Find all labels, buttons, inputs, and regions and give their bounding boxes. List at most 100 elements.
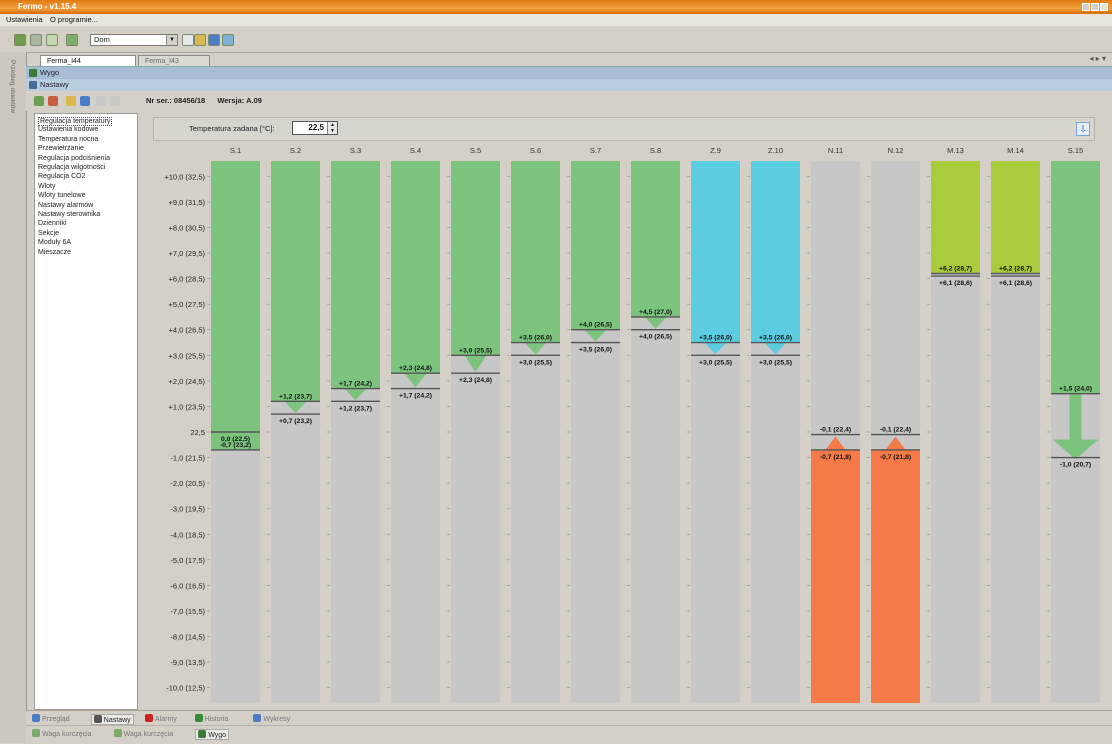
copy-icon[interactable] — [96, 96, 106, 106]
column-header: S.8 — [650, 146, 661, 155]
tab-ferma-i44[interactable]: Ferma_I44 — [40, 55, 136, 66]
nav-item[interactable]: Wloty tunelowe — [38, 192, 85, 199]
column-header: M.13 — [947, 146, 964, 155]
start-value-label: +1,5 (24,0) — [1059, 386, 1092, 393]
plug-icon[interactable] — [30, 34, 42, 46]
column-header: S.2 — [290, 146, 301, 155]
nav-item[interactable]: Przewietrzanie — [38, 145, 84, 152]
settings-nav: Regulacja temperatury Ustawienia kodowe Te… — [34, 113, 138, 710]
network-icon[interactable] — [222, 34, 234, 46]
nav-item[interactable]: Ustawienia kodowe — [38, 126, 98, 133]
close-button[interactable] — [1100, 3, 1108, 11]
location-select[interactable]: Dom ▼ — [90, 34, 178, 46]
view-tab-icon — [253, 714, 262, 722]
menu-bar: Ustawienia O programie... — [0, 14, 1112, 26]
save-icon[interactable] — [208, 34, 220, 46]
open-icon[interactable] — [66, 96, 76, 106]
window-tab-icon — [32, 729, 40, 737]
write-icon[interactable] — [48, 96, 58, 106]
start-value-label: +1,2 (23,7) — [279, 393, 312, 400]
menu-item-about[interactable]: O programie... — [50, 15, 98, 24]
y-tick-label: -5,0 (17,5) — [170, 556, 205, 565]
start-value-label: +6,2 (28,7) — [939, 265, 972, 272]
column-fill — [991, 161, 1040, 274]
window-tab[interactable]: Wygo — [195, 729, 230, 740]
nav-item[interactable]: Moduły 6A — [38, 239, 71, 246]
nav-item[interactable]: Regulacja podciśnienia — [38, 155, 110, 162]
view-tab[interactable]: Nastawy — [90, 714, 134, 725]
nav-item[interactable]: Mieszacze — [38, 249, 71, 256]
minimize-button[interactable] — [1082, 3, 1090, 11]
nav-item[interactable]: Nastawy sterownika — [38, 211, 100, 218]
start-value-label: -0,1 (22,4) — [820, 427, 851, 434]
nav-item[interactable]: Regulacja CO2 — [38, 173, 85, 180]
location-select-value: Dom — [94, 35, 110, 44]
device-icon[interactable] — [46, 34, 58, 46]
main-toolbar: Dom ▼ — [0, 26, 1112, 53]
column-fill — [871, 449, 920, 703]
stop-value-label: -0,7 (21,8) — [880, 454, 911, 461]
users-icon[interactable] — [66, 34, 78, 46]
window-tab[interactable]: Waga kurczęcia — [113, 729, 173, 738]
y-tick-label: -7,0 (15,5) — [170, 607, 205, 616]
stop-value-label: +3,0 (25,5) — [519, 359, 552, 366]
nav-item[interactable]: Nastawy alarmów — [38, 202, 93, 209]
tab-scroll-icon[interactable]: ◂ ▸ ▾ — [1090, 54, 1107, 63]
column-header: S.5 — [470, 146, 481, 155]
download-icon[interactable]: ⇩ — [1076, 122, 1090, 136]
dropdown-button[interactable] — [182, 34, 194, 46]
title-bar: Fermo - v1.15.4 — [0, 0, 1112, 14]
view-tab[interactable]: Alarmy — [145, 714, 177, 723]
nav-item[interactable]: Regulacja wilgotności — [38, 164, 105, 171]
read-icon[interactable] — [34, 96, 44, 106]
y-tick-label: -9,0 (13,5) — [170, 658, 205, 667]
window-tab-icon — [113, 729, 122, 737]
nav-item[interactable]: Sekcje — [38, 230, 59, 237]
stop-value-label: +0,7 (23,2) — [279, 418, 312, 425]
y-tick-label: +9,0 (31,5) — [169, 198, 206, 207]
y-tick-label: +8,0 (30,5) — [169, 223, 206, 232]
nav-item[interactable]: Wloty — [38, 183, 56, 190]
menu-item-settings[interactable]: Ustawienia — [6, 15, 43, 24]
start-value-label: +2,3 (24,8) — [399, 365, 432, 372]
view-tab[interactable]: Przegląd — [32, 714, 70, 723]
column-fill — [691, 161, 740, 343]
start-value-label: +1,7 (24,2) — [339, 381, 372, 388]
view-tab[interactable]: Wykresy — [253, 714, 290, 723]
y-tick-label: +7,0 (29,5) — [169, 249, 206, 258]
column-fill — [811, 449, 860, 703]
stop-value-label: -0,7 (21,8) — [820, 454, 851, 461]
maximize-button[interactable] — [1091, 3, 1099, 11]
column-header: Z.10 — [768, 146, 783, 155]
start-value-label: +4,5 (27,0) — [639, 309, 672, 316]
y-tick-label: +2,0 (24,5) — [169, 377, 206, 386]
tab-label: Ferma_I44 — [47, 58, 81, 65]
tab-ferma-i43[interactable]: Ferma_I43 — [138, 55, 210, 66]
chevron-down-icon: ▼ — [166, 35, 177, 45]
column-header: S.4 — [410, 146, 421, 155]
side-strip-label[interactable]: Przebieg obiektów — [9, 60, 16, 113]
side-strip: Przebieg obiektów — [0, 52, 27, 743]
window-tab[interactable]: Waga kurczęcia — [32, 729, 92, 738]
stop-value-label: +2,3 (24,8) — [459, 377, 492, 384]
column-header: M.14 — [1007, 146, 1024, 155]
set-temperature-input[interactable]: 22,5 ▲ ▼ — [292, 121, 338, 135]
y-tick-label: +4,0 (26,5) — [169, 326, 206, 335]
nav-item[interactable]: Temperatura nocna — [38, 136, 98, 143]
view-tab[interactable]: Historia — [194, 714, 228, 723]
device-info: Nr ser.: 08456/18 Wersja: A.09 — [146, 96, 272, 105]
save-icon[interactable] — [80, 96, 90, 106]
section-band-wygo[interactable]: Wygo — [26, 66, 1112, 80]
set-temperature-label: Temperatura zadana [°C]: — [189, 124, 275, 133]
nav-item[interactable]: Dzienniki — [38, 220, 66, 227]
paste-icon[interactable] — [110, 96, 120, 106]
column-header: S.6 — [530, 146, 541, 155]
spinner-icon[interactable]: ▲ ▼ — [327, 122, 337, 134]
folder-icon[interactable] — [194, 34, 206, 46]
nav-item[interactable]: Regulacja temperatury — [38, 117, 113, 126]
window-title: Fermo - v1.15.4 — [18, 2, 77, 11]
serial-number: Nr ser.: 08456/18 — [146, 96, 206, 105]
section-band-nastawy[interactable]: Nastawy — [26, 79, 1112, 91]
edit-icon[interactable] — [14, 34, 26, 46]
column-fill — [631, 161, 680, 317]
